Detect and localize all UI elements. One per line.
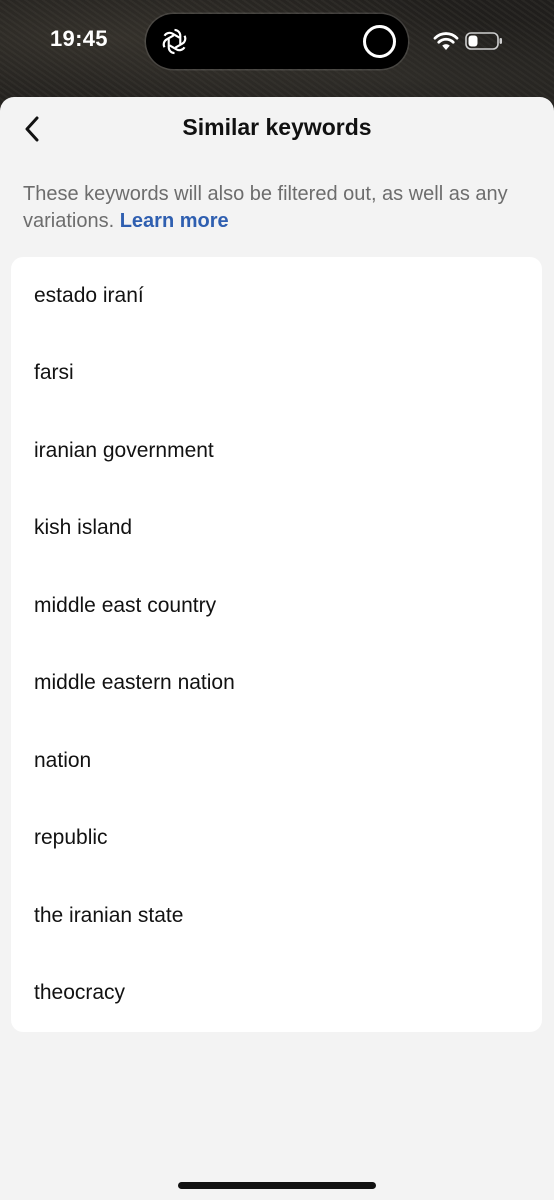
keyword-item[interactable]: middle eastern nation — [11, 645, 542, 723]
status-time: 19:45 — [50, 26, 108, 51]
keyword-list: estado iraní farsi iranian government ki… — [11, 257, 542, 1032]
keyword-list-card: estado iraní farsi iranian government ki… — [11, 257, 542, 1032]
openai-logo-icon — [162, 28, 187, 55]
battery-icon — [465, 32, 502, 50]
wifi-icon — [433, 32, 459, 50]
home-indicator[interactable] — [178, 1182, 376, 1189]
keyword-item[interactable]: kish island — [11, 490, 542, 568]
keyword-item[interactable]: nation — [11, 722, 542, 800]
dynamic-island[interactable] — [146, 14, 408, 69]
keyword-item[interactable]: iranian government — [11, 412, 542, 490]
page-title: Similar keywords — [182, 114, 372, 140]
keyword-item[interactable]: republic — [11, 800, 542, 878]
keyword-item[interactable]: farsi — [11, 335, 542, 413]
keyword-item[interactable]: middle east country — [11, 567, 542, 645]
description-text: These keywords will also be filtered out… — [23, 183, 508, 232]
keyword-item[interactable]: theocracy — [11, 955, 542, 1033]
keyword-item[interactable]: the iranian state — [11, 877, 542, 955]
keyword-item[interactable]: estado iraní — [11, 257, 542, 335]
description: These keywords will also be filtered out… — [23, 181, 523, 235]
learn-more-link[interactable]: Learn more — [120, 210, 229, 232]
ring-icon — [363, 25, 396, 58]
similar-keywords-sheet: Similar keywords These keywords will als… — [0, 97, 554, 1200]
